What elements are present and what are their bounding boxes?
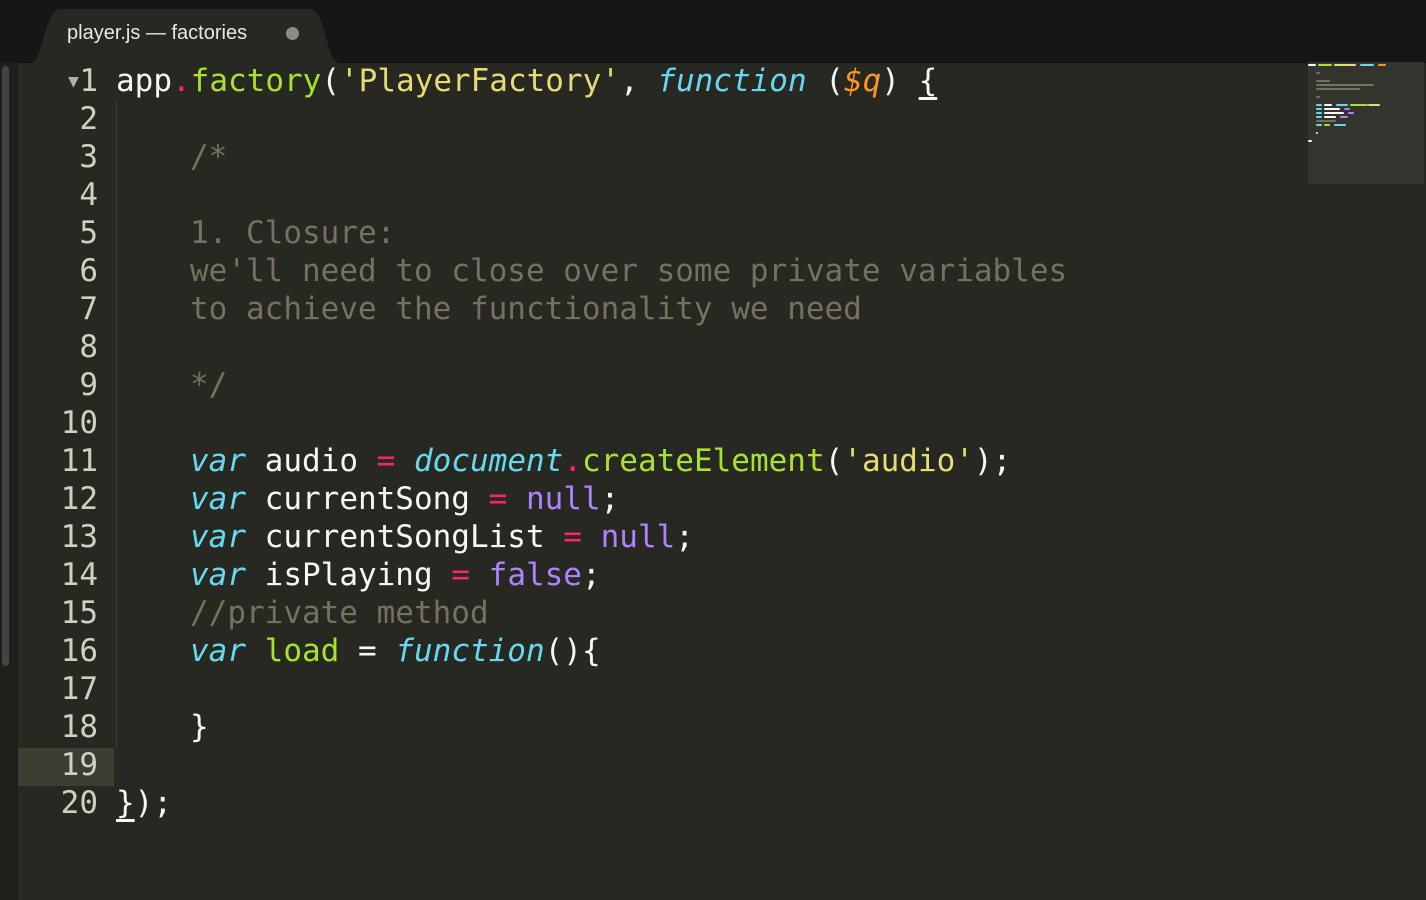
token-keyword: var [190,633,246,669]
token-punct: , [619,63,658,99]
line-number: 8 [79,329,98,365]
code-line-16: var load = function(){ [190,632,601,670]
unsaved-dot-icon[interactable] [286,27,299,40]
line-number: 17 [60,671,98,707]
token-punct: ); [134,785,172,821]
minimap[interactable] [1308,62,1424,184]
token-punct: ); [973,443,1012,479]
token-operator: = [563,519,582,555]
token-identifier: app [116,63,172,99]
token-function: createElement [581,443,825,479]
token-identifier: currentSongList [246,519,564,555]
line-number: 18 [60,709,98,745]
token-keyword: var [190,519,246,555]
token-keyword: function [395,633,545,669]
token-punct: ) [881,63,919,99]
code-line-11: var audio = document.createElement('audi… [190,442,1011,480]
token-constant: null [525,481,601,517]
line-number: 16 [60,633,98,669]
token-operator: = [339,633,396,669]
code-line-5: 1. Closure: [190,215,396,251]
line-number: 9 [79,367,98,403]
line-number: 1 [79,63,98,99]
code-line-9: */ [190,367,228,403]
code-line-12: var currentSong = null; [190,480,619,518]
token-operator: . [172,63,191,99]
token-identifier: isPlaying [246,557,452,593]
matched-brace: { [918,63,938,99]
token-punct: (){ [544,633,601,669]
tab-title[interactable]: player.js — factories [67,20,247,46]
token-operator: = [376,443,396,479]
line-number: 7 [79,291,98,327]
token-string: 'audio' [843,443,974,479]
token-keyword: var [190,557,246,593]
code-line-14: var isPlaying = false; [190,556,601,594]
code-line-20: }); [116,784,172,822]
line-number: 4 [79,177,98,213]
code-editor[interactable]: app.factory('PlayerFactory', function ($… [116,62,1306,900]
token-constant: null [600,519,676,555]
editor-window: player.js — factories 1 2 3 4 5 6 7 8 9 … [0,0,1426,900]
line-number: 5 [79,215,98,251]
code-line-15: //private method [190,595,489,631]
token-punct: ; [600,481,620,517]
code-line-6: we'll need to close over some private va… [190,253,1068,289]
code-line-3: /* [190,139,228,175]
token-identifier: currentSong [246,481,489,517]
token-keyword: var [190,481,246,517]
line-number: 13 [60,519,98,555]
code-line-7: to achieve the functionality we need [190,291,862,327]
token-function: load [264,633,340,669]
token-builtin: document [414,443,564,479]
line-number: 14 [60,557,98,593]
sidebar-scrollbar[interactable] [2,66,9,666]
token-punct: ; [581,557,601,593]
token-punct: ; [675,519,694,555]
code-line-18: } [190,709,209,745]
matched-brace: } [116,785,135,821]
code-line-1: app.factory('PlayerFactory', function ($… [116,62,937,100]
line-number: 2 [79,101,98,137]
token-operator: = [488,481,508,517]
token-punct: ( [321,63,340,99]
line-number: 10 [60,405,98,441]
line-number: 19 [60,747,98,783]
token-operator: . [563,443,582,479]
token-punct: ( [806,63,844,99]
tab-bar: player.js — factories [0,0,1426,63]
token-parameter: $q [843,63,882,99]
token-punct: ( [824,443,844,479]
token-keyword: var [190,443,246,479]
fold-arrow-icon[interactable]: ▼ [68,70,79,94]
line-number: 3 [79,139,98,175]
code-line-13: var currentSongList = null; [190,518,694,556]
token-function: factory [190,63,322,99]
line-number-gutter: 1 2 3 4 5 6 7 8 9 10 11 12 13 14 15 16 1… [18,62,114,900]
line-number: 6 [79,253,98,289]
line-number: 15 [60,595,98,631]
token-identifier: audio [246,443,377,479]
line-number: 11 [60,443,98,479]
token-operator: = [451,557,470,593]
line-number: 12 [60,481,98,517]
line-number: 20 [60,785,98,821]
token-string: 'PlayerFactory' [340,63,620,99]
token-constant: false [488,557,582,593]
token-keyword: function [657,63,807,99]
